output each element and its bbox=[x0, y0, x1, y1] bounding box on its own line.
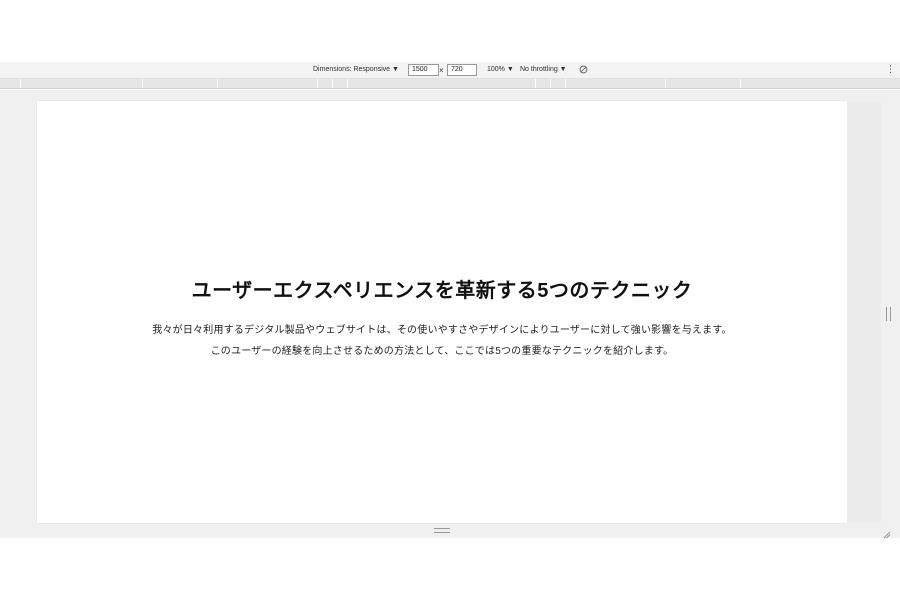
height-input[interactable]: 720 bbox=[447, 64, 477, 76]
times-separator: × bbox=[439, 66, 444, 75]
device-toolbar: Dimensions: Responsive ▼ 1500 × 720 100%… bbox=[0, 62, 900, 79]
ruler-segment[interactable] bbox=[740, 79, 863, 88]
ruler-segment[interactable] bbox=[535, 79, 551, 88]
ruler-segment[interactable] bbox=[20, 79, 143, 88]
resize-handle-bottom[interactable] bbox=[434, 528, 450, 533]
ruler-segment[interactable] bbox=[665, 79, 741, 88]
throttling-dropdown[interactable]: No throttling ▼ bbox=[520, 65, 567, 75]
hero-section: ユーザーエクスペリエンスを革新する5つのテクニック 我々が日々利用するデジタル製… bbox=[37, 101, 847, 523]
media-query-bar[interactable] bbox=[0, 79, 900, 89]
ruler-segment[interactable] bbox=[550, 79, 566, 88]
ruler-segment[interactable] bbox=[565, 79, 666, 88]
width-input[interactable]: 1500 bbox=[408, 64, 439, 76]
page-description-line-2: このユーザーの経験を向上させるための方法として、ここでは5つの重要なテクニックを… bbox=[210, 346, 674, 357]
ruler-segment[interactable] bbox=[142, 79, 218, 88]
page-description-line-1: 我々が日々利用するデジタル製品やウェブサイトは、その使いやすさやデザインによりユ… bbox=[152, 325, 732, 336]
viewport-right-gutter bbox=[847, 101, 881, 523]
more-options-icon[interactable]: ⋮ bbox=[886, 64, 895, 74]
rotate-icon[interactable] bbox=[579, 65, 588, 74]
zoom-dropdown[interactable]: 100% ▼ bbox=[487, 65, 514, 75]
page-viewport: ユーザーエクスペリエンスを革新する5つのテクニック 我々が日々利用するデジタル製… bbox=[37, 101, 847, 523]
ruler-segment[interactable] bbox=[332, 79, 348, 88]
page-title: ユーザーエクスペリエンスを革新する5つのテクニック bbox=[191, 280, 693, 302]
emulated-viewport-area: ユーザーエクスペリエンスを革新する5つのテクニック 我々が日々利用するデジタル製… bbox=[0, 90, 900, 539]
devtools-device-mode: Dimensions: Responsive ▼ 1500 × 720 100%… bbox=[0, 0, 900, 600]
ruler-segment[interactable] bbox=[347, 79, 536, 88]
resize-corner-icon[interactable] bbox=[882, 526, 891, 539]
ruler-segment[interactable] bbox=[217, 79, 318, 88]
resize-handle-right[interactable] bbox=[886, 307, 891, 321]
ruler-segment[interactable] bbox=[317, 79, 333, 88]
dimensions-dropdown[interactable]: Dimensions: Responsive ▼ bbox=[313, 65, 399, 75]
